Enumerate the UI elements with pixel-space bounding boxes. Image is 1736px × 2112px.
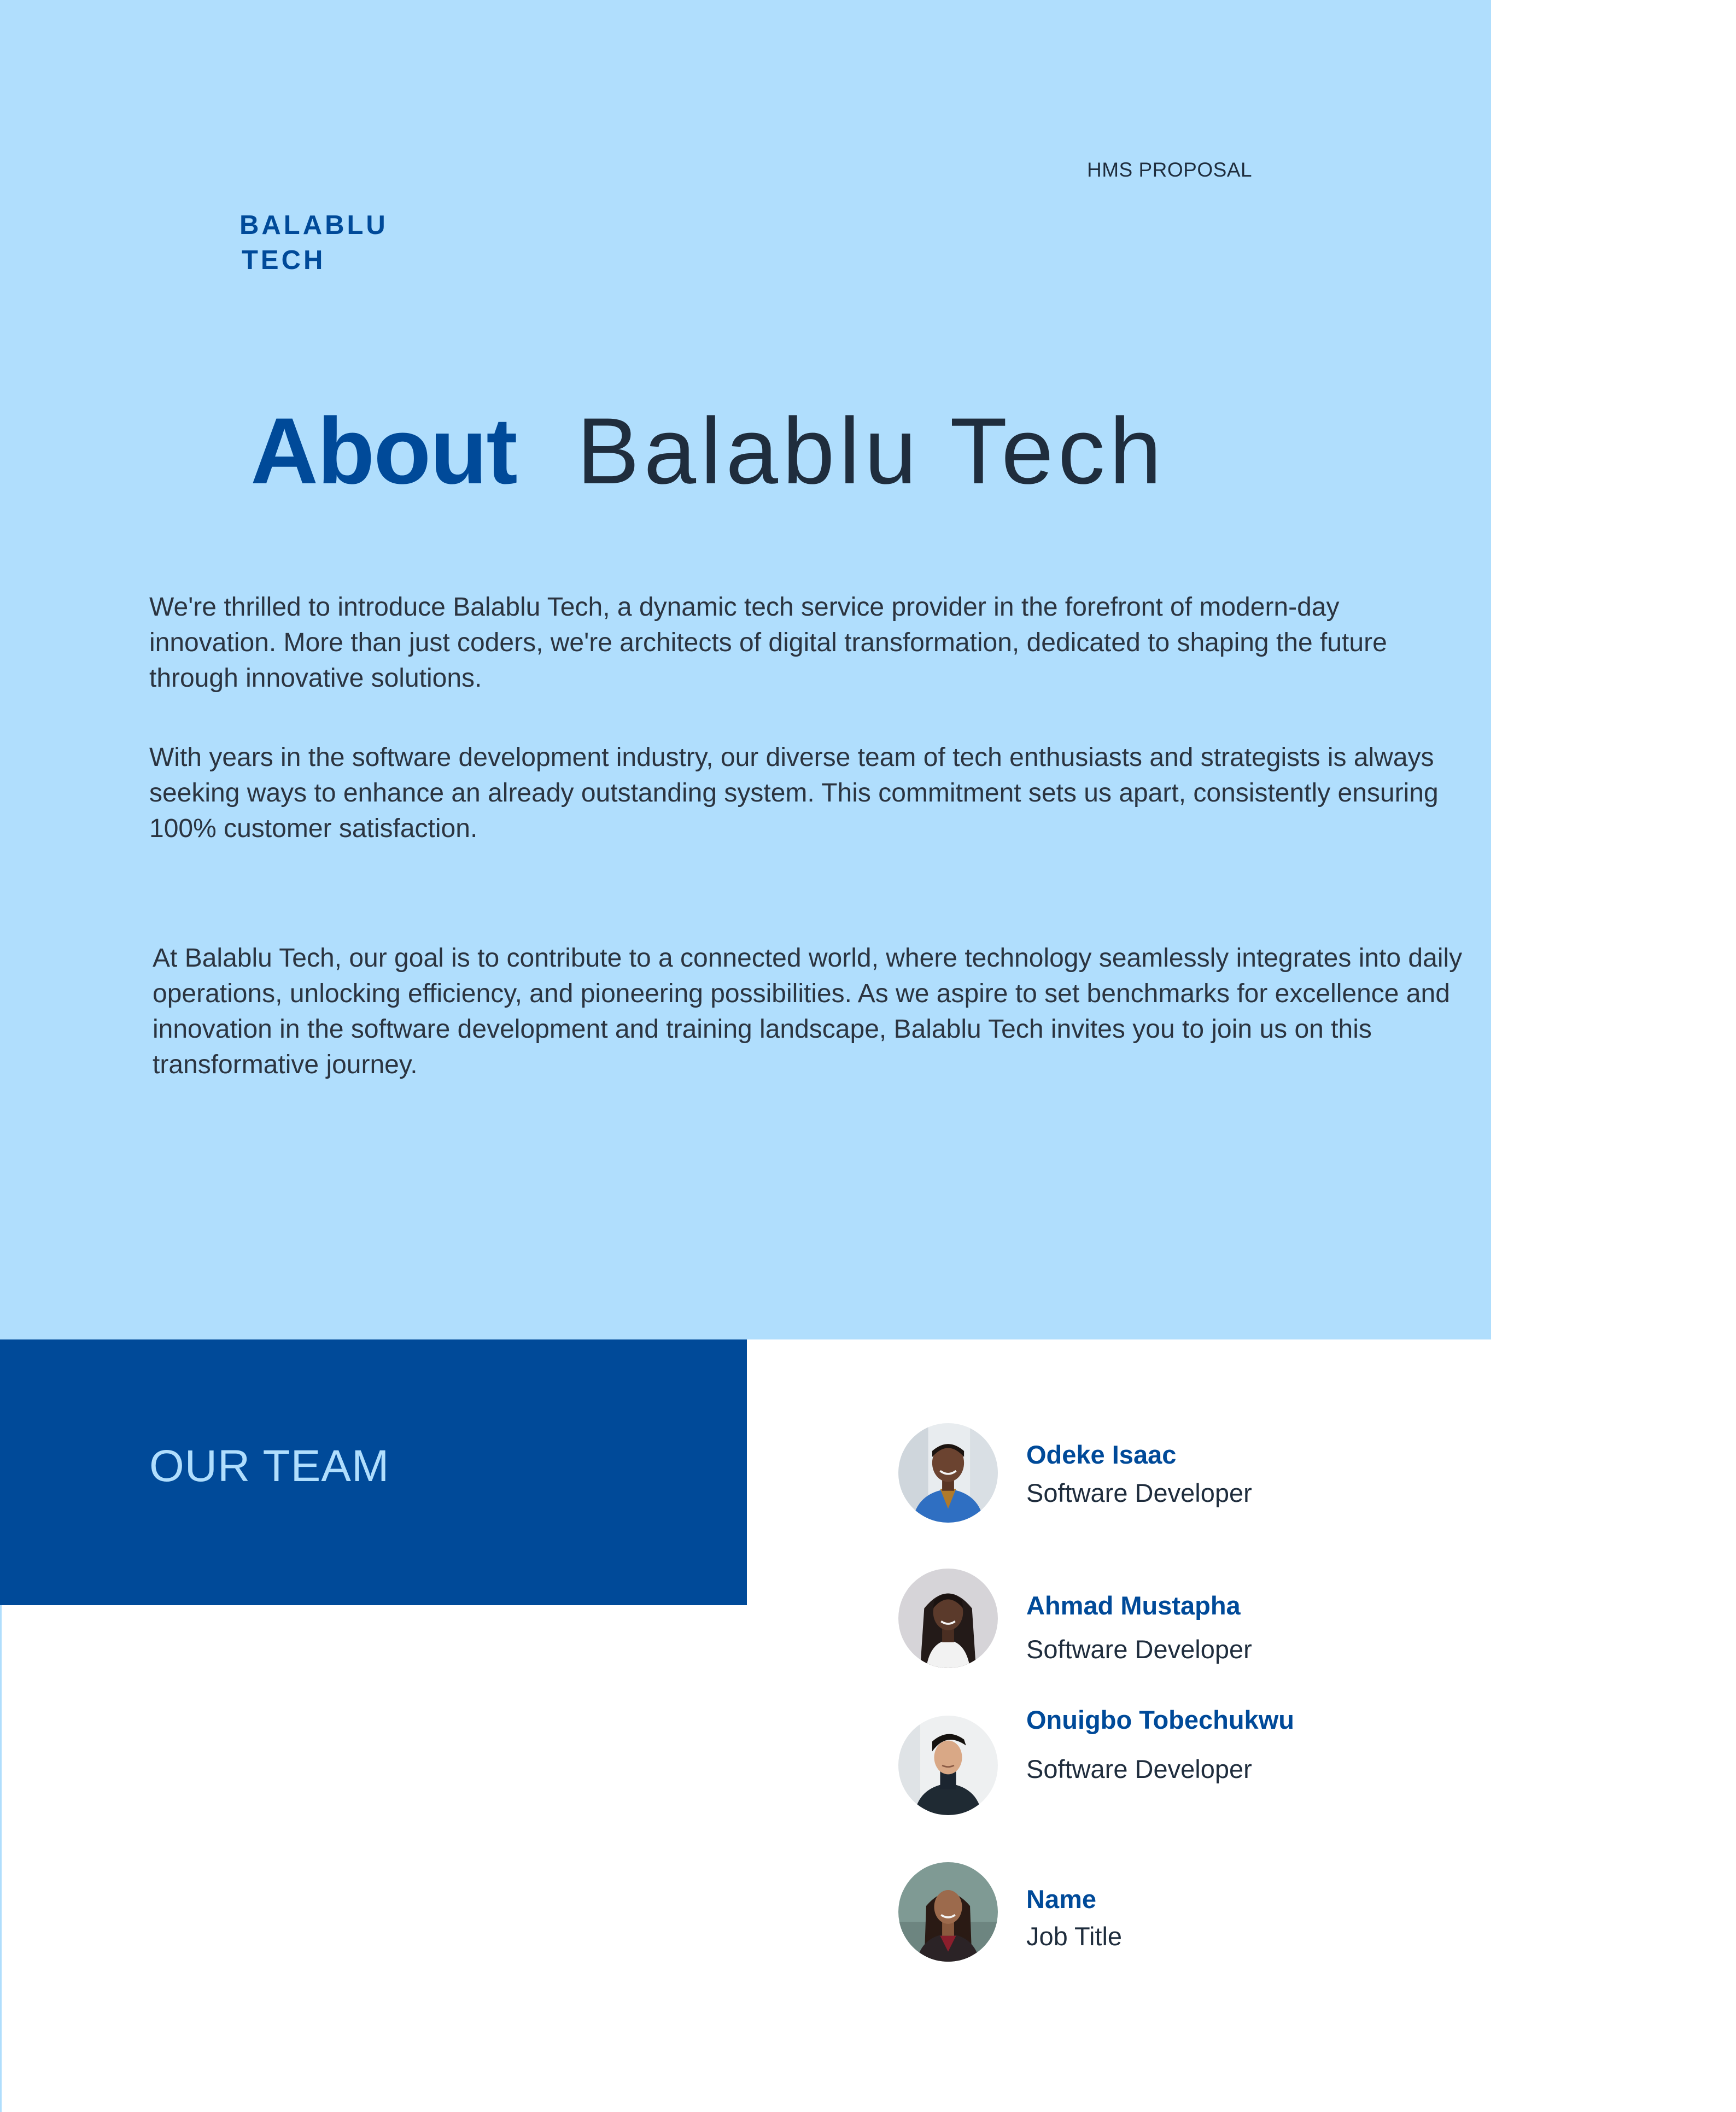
intro-paragraph: We're thrilled to introduce Balablu Tech… (149, 593, 1387, 693)
logo-line-2: TECH (242, 245, 326, 275)
member-role: Software Developer (1026, 1478, 1252, 1507)
portrait-photo-icon (898, 1423, 998, 1523)
member-avatar (898, 1423, 998, 1523)
member-role: Job Title (1026, 1922, 1123, 1951)
experience-paragraph: With years in the software development i… (149, 743, 1439, 843)
member-name: Name (1026, 1885, 1097, 1914)
page-title-emphasis: About (250, 399, 518, 504)
proposal-tag: HMS PROPOSAL (1087, 159, 1253, 181)
page-title-company: Balablu Tech (576, 399, 1166, 504)
company-logo: BALABLU TECH (239, 208, 404, 278)
team-member-card: Ahmad Mustapha Software Developer (898, 1569, 1664, 1672)
logo-line-1: BALABLU (239, 210, 388, 240)
portrait-photo-icon (898, 1716, 998, 1815)
member-role: Software Developer (1026, 1635, 1252, 1664)
team-member-card: Odeke Isaac Software Developer (898, 1423, 1664, 1527)
about-section: HMS PROPOSAL BALABLU TECH About Balablu T… (0, 0, 1491, 1339)
member-avatar (898, 1569, 998, 1668)
team-heading: OUR TEAM (149, 1441, 390, 1491)
team-member-card: Name Job Title (898, 1862, 1664, 1966)
team-member-card: Onuigbo Tobechukwu Software Developer (898, 1705, 1664, 1820)
member-avatar (898, 1862, 998, 1962)
member-role: Software Developer (1026, 1754, 1252, 1783)
portrait-photo-icon (898, 1569, 998, 1668)
member-name: Odeke Isaac (1026, 1440, 1177, 1469)
goal-paragraph: At Balablu Tech, our goal is to contribu… (153, 944, 1463, 1079)
member-name: Ahmad Mustapha (1026, 1591, 1241, 1620)
portrait-photo-icon (898, 1862, 998, 1962)
member-name: Onuigbo Tobechukwu (1026, 1705, 1294, 1734)
member-avatar (898, 1716, 998, 1815)
page-title: About Balablu Tech (250, 396, 1166, 506)
left-divider (0, 1605, 2, 2112)
